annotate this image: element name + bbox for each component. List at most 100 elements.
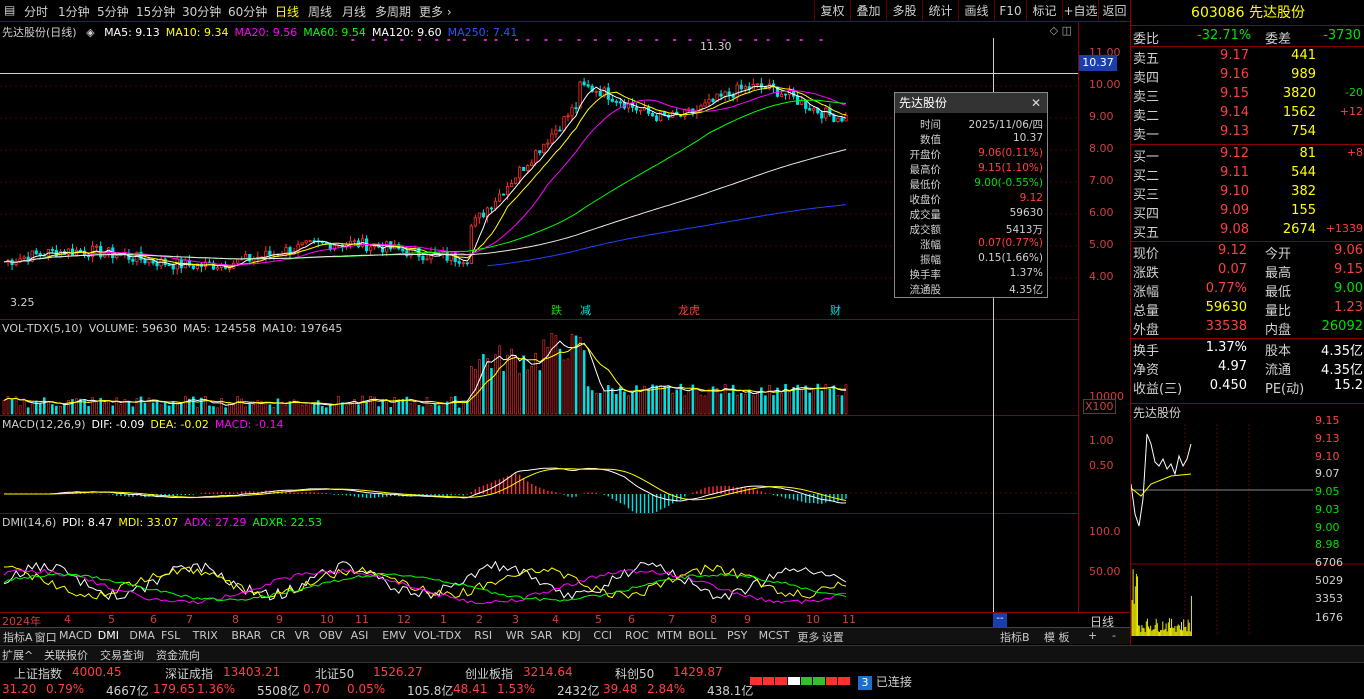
menu-icon[interactable]: ▤ [4, 3, 15, 17]
chart-nav-icons[interactable]: ◇ ◫ [1050, 24, 1072, 37]
indicator-tab[interactable]: BRAR [231, 629, 261, 642]
period-tab[interactable]: 60分钟 [228, 3, 267, 20]
period-tab[interactable]: 日线 [275, 3, 299, 20]
bottom-tab[interactable]: 交易查询 [100, 647, 144, 663]
indicator-tab[interactable]: MACD [59, 629, 92, 642]
period-tab[interactable]: 5分钟 [97, 3, 129, 20]
period-tab[interactable]: 多周期 [375, 3, 411, 20]
popup-value: 0.15(1.66%) [978, 252, 1043, 264]
volume-bar [457, 407, 461, 415]
candle-body [473, 217, 477, 227]
indicator-tab[interactable]: VOL-TDX [414, 629, 462, 642]
ask-row[interactable]: 卖三 9.15 3820 -20 [1131, 86, 1364, 105]
indicator-tab[interactable]: 窗口 [35, 629, 57, 645]
ask-row[interactable]: 卖四 9.16 989 [1131, 67, 1364, 86]
bid-row[interactable]: 买二 9.11 544 [1131, 165, 1364, 184]
indicator-tab[interactable]: MTM [657, 629, 683, 642]
volume-pane[interactable]: VOL-TDX(5,10) VOLUME: 59630 MA5: 124558 MA1… [0, 319, 1078, 415]
period-tab[interactable]: 1分钟 [58, 3, 90, 20]
volume-bar [381, 399, 384, 415]
toolbar-button[interactable]: 标记 [1026, 0, 1062, 22]
index-item[interactable]: 北证50 1526.27 0.70 0.05% 105.8亿 [303, 665, 460, 699]
period-tab[interactable]: 更多 › [419, 3, 452, 20]
toolbar-button[interactable]: 复权 [814, 0, 850, 22]
indicator-tab[interactable]: MCST [759, 629, 790, 642]
period-tab[interactable]: 15分钟 [136, 3, 175, 20]
period-tab[interactable]: 分时 [24, 3, 48, 20]
stat-label: 今开 [1265, 247, 1292, 262]
period-tab[interactable]: 30分钟 [182, 3, 221, 20]
indicator-tab[interactable]: SAR [530, 629, 552, 642]
candle-body [804, 99, 808, 109]
indicator-right-tab[interactable]: - [1112, 629, 1116, 642]
period-tab[interactable]: 月线 [342, 3, 366, 20]
ask-row[interactable]: 卖一 9.13 754 [1131, 124, 1364, 143]
bid-row[interactable]: 买五 9.08 2674 +1339 [1131, 222, 1364, 241]
indicator-right-tab[interactable]: + [1088, 629, 1097, 642]
ask-row[interactable]: 卖五 9.17 441 [1131, 48, 1364, 67]
indicator-tab[interactable]: FSL [161, 629, 180, 642]
stat-value: 15.2 [1334, 378, 1363, 393]
indicator-right-tab[interactable]: 模 板 [1044, 629, 1070, 645]
index-item[interactable]: 创业板指 3214.64 48.41 1.53% 2432亿 [453, 665, 610, 699]
toolbar-button[interactable]: 多股 [886, 0, 922, 22]
macd-pane[interactable]: MACD(12,26,9) DIF: -0.09 DEA: -0.02 MACD: -… [0, 415, 1078, 513]
indicator-tab[interactable]: RSI [474, 629, 492, 642]
toolbar-button[interactable]: 返回 [1098, 0, 1130, 22]
volume-bar [606, 385, 610, 415]
weibi-label: 委比 [1133, 32, 1160, 47]
indicator-tab[interactable]: DMA [129, 629, 155, 642]
index-item[interactable]: 科创50 1429.87 39.48 2.84% 438.1亿 [603, 665, 760, 699]
index-pct: 0.79% [46, 682, 85, 696]
indicator-tab[interactable]: 指标A [3, 629, 33, 645]
toolbar-button[interactable]: 画线 [958, 0, 994, 22]
event-marker [558, 39, 562, 41]
candle-body [570, 107, 574, 117]
candle-body [78, 249, 83, 252]
connection-status[interactable]: 3 已连接 [858, 673, 912, 690]
bid-label: 买三 [1133, 188, 1160, 203]
indicator-tab[interactable]: 更多 [797, 629, 819, 645]
bid-row[interactable]: 买一 9.12 81 +8 [1131, 146, 1364, 165]
volume-bar [470, 366, 473, 415]
indicator-tab[interactable]: DMI [98, 629, 119, 642]
index-item[interactable]: 深证成指 13403.21 179.65 1.36% 5508亿 [153, 665, 310, 699]
date-axis-label: 10 [806, 613, 820, 626]
indicator-tab[interactable]: EMV [382, 629, 406, 642]
popup-row: 成交量 59630 [895, 207, 1047, 222]
indicator-tab[interactable]: 设置 [822, 629, 844, 645]
indicator-tab[interactable]: PSY [727, 629, 747, 642]
toolbar-button[interactable]: +自选 [1062, 0, 1098, 22]
toolbar-button[interactable]: F10 [994, 0, 1026, 22]
candle-body [711, 98, 715, 102]
indicator-tab[interactable]: CR [270, 629, 285, 642]
toolbar-button[interactable]: 统计 [922, 0, 958, 22]
indicator-tab[interactable]: KDJ [562, 629, 581, 642]
volume-bar [627, 395, 630, 415]
index-item[interactable]: 上证指数 4000.45 31.20 0.79% 4667亿 [2, 665, 159, 699]
dmi-pane[interactable]: DMI(14,6) PDI: 8.47 MDI: 33.07 ADX: 27.29 AD… [0, 513, 1078, 610]
indicator-tab[interactable]: ROC [625, 629, 649, 642]
ask-row[interactable]: 卖二 9.14 1562 +12 [1131, 105, 1364, 124]
bid-row[interactable]: 买四 9.09 155 [1131, 203, 1364, 222]
close-icon[interactable]: ✕ [1031, 93, 1041, 113]
intraday-mini-chart[interactable]: 先达股份 9.15 9.13 9.10 9.07 9.05 9.03 9.00 8.98 670… [1130, 403, 1364, 645]
indicator-tab[interactable]: ASI [351, 629, 369, 642]
indicator-tab[interactable]: BOLL [688, 629, 716, 642]
indicator-tab[interactable]: OBV [319, 629, 342, 642]
candle-body [735, 84, 739, 98]
period-tab[interactable]: 周线 [308, 3, 332, 20]
indicator-right-tab[interactable]: 指标B [1000, 629, 1030, 645]
candle-body [497, 193, 502, 202]
indicator-tab[interactable]: CCI [593, 629, 612, 642]
stat-label: 内盘 [1265, 323, 1292, 338]
bottom-tab[interactable]: 关联报价 [44, 647, 88, 663]
indicator-tab[interactable]: WR [506, 629, 525, 642]
indicator-tab[interactable]: TRIX [193, 629, 218, 642]
bottom-tab[interactable]: 扩展^ [2, 647, 33, 663]
mini-price-label: 9.13 [1315, 432, 1340, 445]
bottom-tab[interactable]: 资金流向 [156, 647, 200, 663]
bid-row[interactable]: 买三 9.10 382 [1131, 184, 1364, 203]
indicator-tab[interactable]: VR [295, 629, 310, 642]
toolbar-button[interactable]: 叠加 [850, 0, 886, 22]
